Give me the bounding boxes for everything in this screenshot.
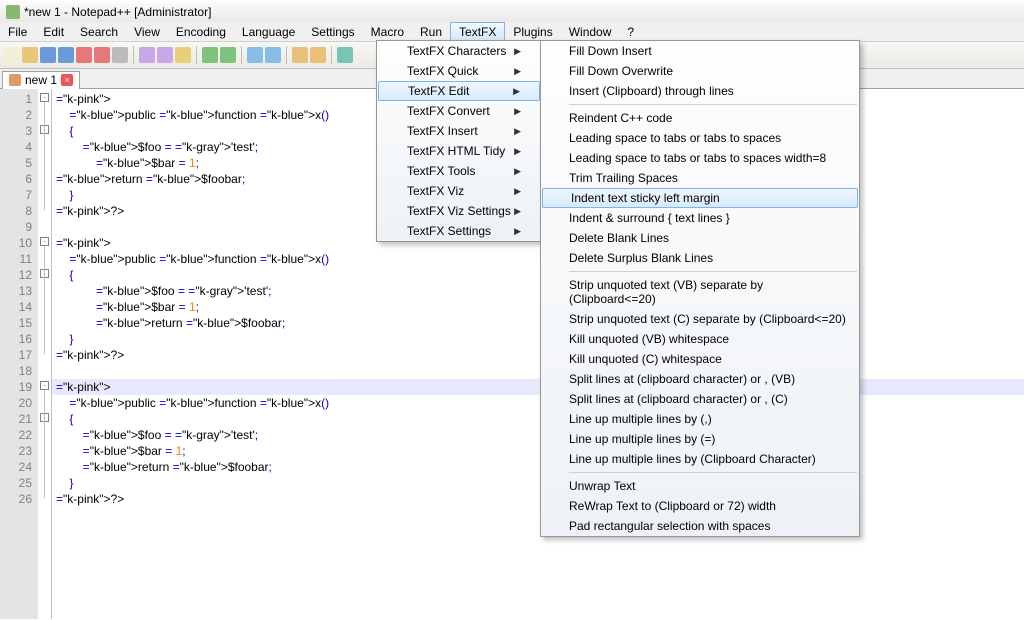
textfx-menu: TextFX Characters▶TextFX Quick▶TextFX Ed… — [376, 40, 542, 242]
menu-item[interactable]: Strip unquoted text (C) separate by (Cli… — [541, 309, 859, 329]
replace-icon[interactable] — [265, 47, 281, 63]
menu-item[interactable]: Indent text sticky left margin — [542, 188, 858, 208]
menu-item[interactable]: Indent & surround { text lines } — [541, 208, 859, 228]
redo-icon[interactable] — [220, 47, 236, 63]
close-icon[interactable] — [76, 47, 92, 63]
menu-item[interactable]: TextFX Characters▶ — [377, 41, 541, 61]
menu-item[interactable]: ReWrap Text to (Clipboard or 72) width — [541, 496, 859, 516]
menu-item[interactable]: TextFX Settings▶ — [377, 221, 541, 241]
menu-textfx[interactable]: TextFX — [450, 22, 505, 41]
copy-icon[interactable] — [157, 47, 173, 63]
open-file-icon[interactable] — [22, 47, 38, 63]
menu-item[interactable]: Delete Surplus Blank Lines — [541, 248, 859, 268]
tab-new-1[interactable]: new 1 × — [2, 71, 80, 89]
menu-item[interactable]: Split lines at (clipboard character) or … — [541, 389, 859, 409]
cut-icon[interactable] — [139, 47, 155, 63]
menu-edit[interactable]: Edit — [35, 22, 72, 41]
paste-icon[interactable] — [175, 47, 191, 63]
separator — [241, 46, 242, 64]
menu-item[interactable]: Kill unquoted (C) whitespace — [541, 349, 859, 369]
menu-bar: FileEditSearchViewEncodingLanguageSettin… — [0, 22, 1024, 42]
menu-item[interactable]: Delete Blank Lines — [541, 228, 859, 248]
new-file-icon[interactable] — [4, 47, 20, 63]
menu-item[interactable]: TextFX Viz▶ — [377, 181, 541, 201]
menu-macro[interactable]: Macro — [363, 22, 412, 41]
separator — [133, 46, 134, 64]
menu-item[interactable]: Fill Down Insert — [541, 41, 859, 61]
save-icon[interactable] — [40, 47, 56, 63]
menu-item[interactable]: TextFX HTML Tidy▶ — [377, 141, 541, 161]
separator — [196, 46, 197, 64]
fold-margin: ------ — [38, 89, 52, 619]
app-icon — [6, 5, 20, 19]
menu-?[interactable]: ? — [619, 22, 642, 41]
menu-item[interactable]: TextFX Insert▶ — [377, 121, 541, 141]
menu-item[interactable]: Line up multiple lines by (=) — [541, 429, 859, 449]
menu-item[interactable]: TextFX Quick▶ — [377, 61, 541, 81]
menu-item[interactable]: Pad rectangular selection with spaces — [541, 516, 859, 536]
menu-settings[interactable]: Settings — [303, 22, 362, 41]
menu-item[interactable]: Kill unquoted (VB) whitespace — [541, 329, 859, 349]
menu-search[interactable]: Search — [72, 22, 126, 41]
menu-item[interactable]: TextFX Edit▶ — [378, 81, 540, 101]
menu-item[interactable]: Unwrap Text — [541, 476, 859, 496]
menu-item[interactable]: Leading space to tabs or tabs to spaces — [541, 128, 859, 148]
close-all-icon[interactable] — [94, 47, 110, 63]
save-all-icon[interactable] — [58, 47, 74, 63]
menu-item[interactable]: Line up multiple lines by (,) — [541, 409, 859, 429]
tab-label: new 1 — [25, 73, 57, 87]
zoom-out-icon[interactable] — [310, 47, 326, 63]
separator — [286, 46, 287, 64]
title-bar: *new 1 - Notepad++ [Administrator] — [0, 0, 1024, 22]
line-number-gutter: 1234567891011121314151617181920212223242… — [0, 89, 38, 619]
window-title: *new 1 - Notepad++ [Administrator] — [24, 5, 211, 19]
menu-item[interactable]: Insert (Clipboard) through lines — [541, 81, 859, 101]
undo-icon[interactable] — [202, 47, 218, 63]
menu-item[interactable]: Split lines at (clipboard character) or … — [541, 369, 859, 389]
zoom-in-icon[interactable] — [292, 47, 308, 63]
menu-item[interactable]: Fill Down Overwrite — [541, 61, 859, 81]
tab-modified-icon — [9, 74, 21, 86]
menu-item[interactable]: Leading space to tabs or tabs to spaces … — [541, 148, 859, 168]
menu-item[interactable]: TextFX Tools▶ — [377, 161, 541, 181]
menu-window[interactable]: Window — [561, 22, 620, 41]
menu-encoding[interactable]: Encoding — [168, 22, 234, 41]
menu-item[interactable]: TextFX Viz Settings▶ — [377, 201, 541, 221]
separator — [331, 46, 332, 64]
menu-item[interactable]: Line up multiple lines by (Clipboard Cha… — [541, 449, 859, 469]
menu-item[interactable]: Trim Trailing Spaces — [541, 168, 859, 188]
textfx-edit-submenu: Fill Down InsertFill Down OverwriteInser… — [540, 40, 860, 537]
sync-v-icon[interactable] — [337, 47, 353, 63]
tab-close-icon[interactable]: × — [61, 74, 73, 86]
menu-item[interactable]: Strip unquoted text (VB) separate by (Cl… — [541, 275, 859, 309]
print-icon[interactable] — [112, 47, 128, 63]
menu-plugins[interactable]: Plugins — [505, 22, 560, 41]
menu-language[interactable]: Language — [234, 22, 303, 41]
menu-file[interactable]: File — [0, 22, 35, 41]
menu-item[interactable]: TextFX Convert▶ — [377, 101, 541, 121]
find-icon[interactable] — [247, 47, 263, 63]
menu-item[interactable]: Reindent C++ code — [541, 108, 859, 128]
menu-run[interactable]: Run — [412, 22, 450, 41]
menu-view[interactable]: View — [126, 22, 168, 41]
